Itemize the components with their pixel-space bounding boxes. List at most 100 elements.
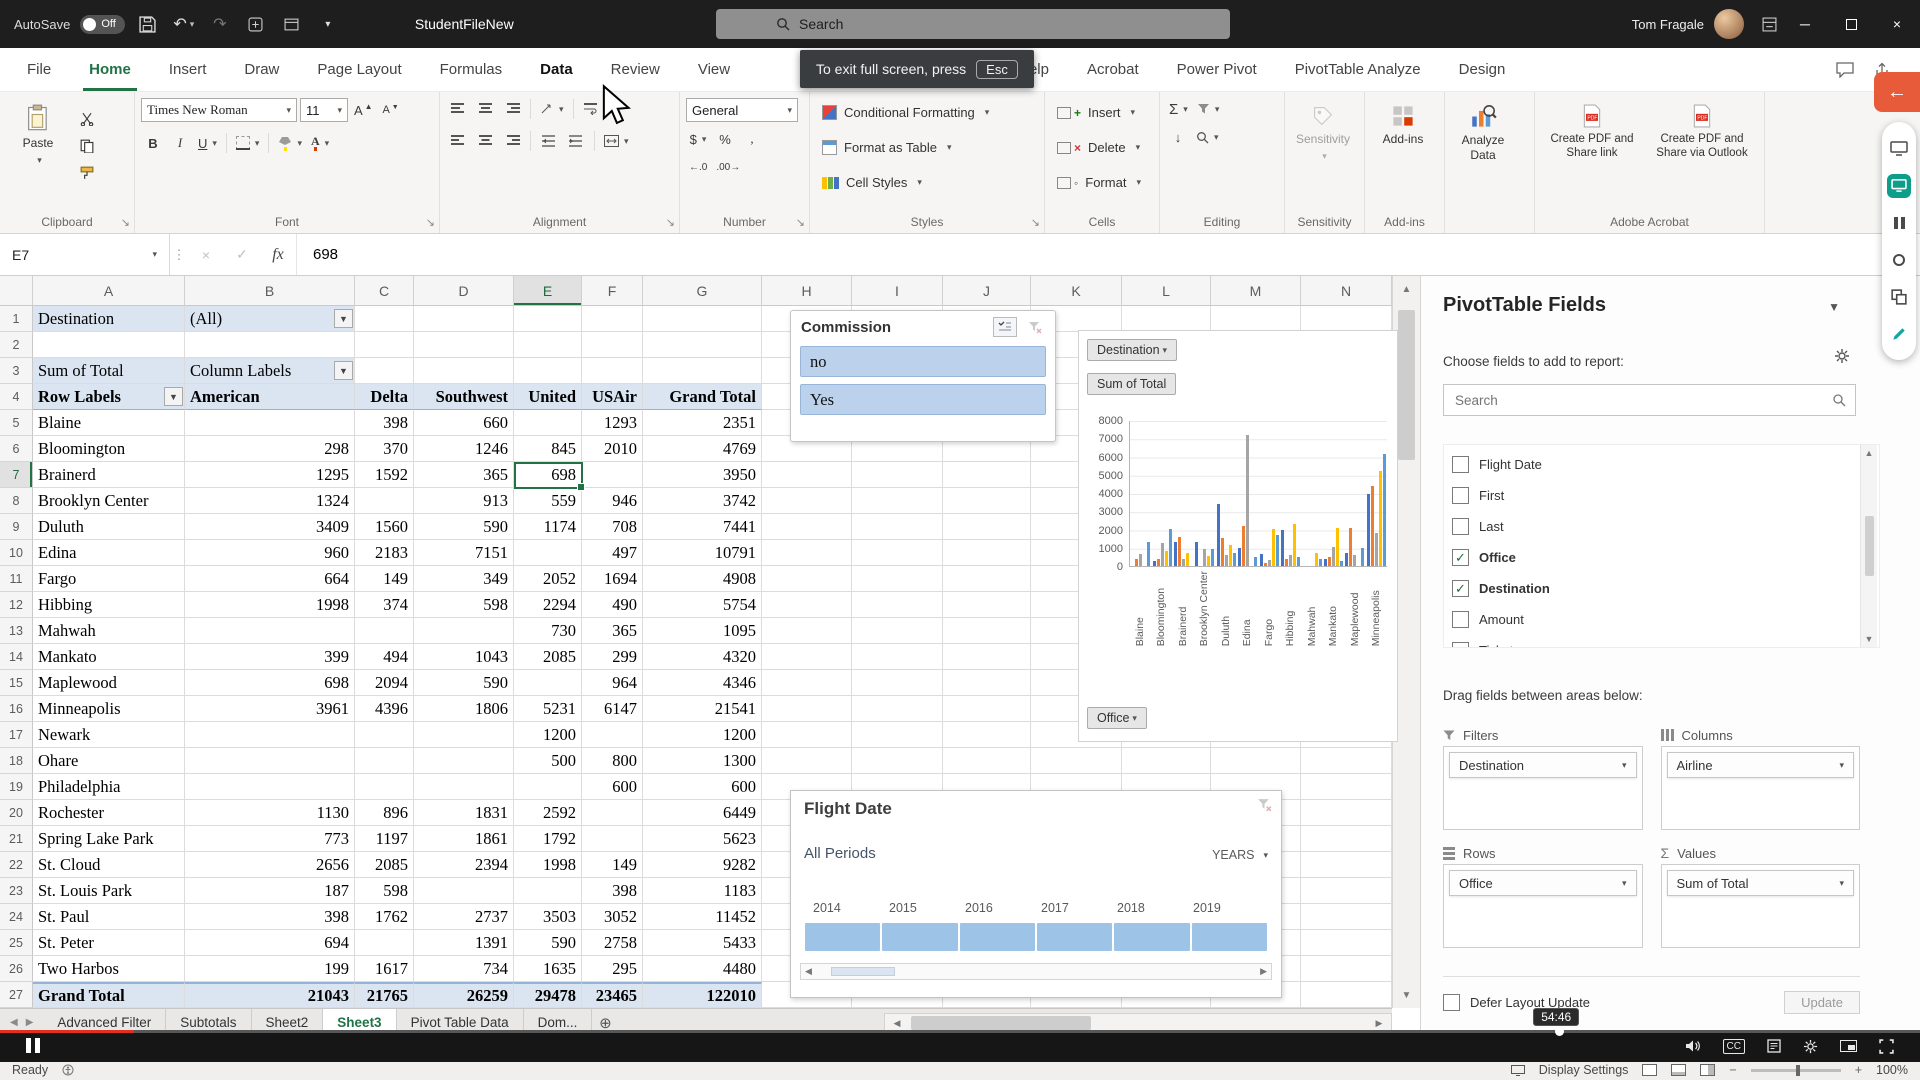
cell-G7[interactable]: 3950: [643, 462, 762, 488]
cell-D4[interactable]: Southwest: [414, 384, 514, 410]
cell-D6[interactable]: 1246: [414, 436, 514, 462]
cell-I12[interactable]: [852, 592, 943, 618]
cell-C4[interactable]: Delta: [355, 384, 414, 410]
search-box[interactable]: Search: [716, 9, 1230, 39]
cell-B15[interactable]: 698: [185, 670, 355, 696]
cell-B21[interactable]: 773: [185, 826, 355, 852]
cell-C1[interactable]: [355, 306, 414, 332]
cell-C20[interactable]: 896: [355, 800, 414, 826]
cell-styles-button[interactable]: Cell Styles ▾: [816, 168, 1038, 197]
fill-color-icon[interactable]: ▾: [275, 132, 305, 154]
cell-F22[interactable]: 149: [582, 852, 643, 878]
ribbon-tab-draw[interactable]: Draw: [225, 48, 298, 91]
cell-I18[interactable]: [852, 748, 943, 774]
multiselect-icon[interactable]: [993, 317, 1017, 337]
cell-C18[interactable]: [355, 748, 414, 774]
row-header-27[interactable]: 27: [0, 982, 33, 1008]
orientation-icon[interactable]: ▾: [537, 98, 567, 120]
zoom-in-icon[interactable]: +: [1855, 1063, 1862, 1077]
avatar[interactable]: [1714, 9, 1744, 39]
chart-value-field-button[interactable]: Sum of Total: [1087, 373, 1177, 395]
video-progress-track[interactable]: 54:46: [0, 1008, 1920, 1036]
cell-D22[interactable]: 2394: [414, 852, 514, 878]
cell-E27[interactable]: 29478: [514, 982, 582, 1008]
cell-C3[interactable]: [355, 358, 414, 384]
display-settings-label[interactable]: Display Settings: [1539, 1063, 1629, 1077]
ribbon-tab-file[interactable]: File: [8, 48, 70, 91]
cell-D19[interactable]: [414, 774, 514, 800]
cell-N19[interactable]: [1301, 774, 1392, 800]
cell-F23[interactable]: 398: [582, 878, 643, 904]
cancel-icon[interactable]: ×: [188, 234, 224, 275]
cell-N23[interactable]: [1301, 878, 1392, 904]
cell-G13[interactable]: 1095: [643, 618, 762, 644]
cell-N20[interactable]: [1301, 800, 1392, 826]
cell-G22[interactable]: 9282: [643, 852, 762, 878]
clipboard-dialog-launcher[interactable]: ↘: [121, 216, 130, 229]
cell-I15[interactable]: [852, 670, 943, 696]
field-checkbox[interactable]: [1452, 611, 1469, 628]
row-header-23[interactable]: 23: [0, 878, 33, 904]
cell-B13[interactable]: [185, 618, 355, 644]
row-header-7[interactable]: 7: [0, 462, 33, 488]
cell-J13[interactable]: [943, 618, 1031, 644]
cell-F14[interactable]: 299: [582, 644, 643, 670]
row-header-20[interactable]: 20: [0, 800, 33, 826]
defer-layout-checkbox[interactable]: [1443, 994, 1460, 1011]
cell-B7[interactable]: 1295: [185, 462, 355, 488]
update-button[interactable]: Update: [1784, 991, 1860, 1014]
row-header-2[interactable]: 2: [0, 332, 33, 358]
cell-H8[interactable]: [762, 488, 852, 514]
cell-H9[interactable]: [762, 514, 852, 540]
column-header-A[interactable]: A: [33, 276, 185, 306]
cell-F24[interactable]: 3052: [582, 904, 643, 930]
cell-C15[interactable]: 2094: [355, 670, 414, 696]
create-pdf-share-button[interactable]: PDF Create PDF and Share link: [1541, 98, 1643, 209]
cell-F13[interactable]: 365: [582, 618, 643, 644]
cell-H17[interactable]: [762, 722, 852, 748]
row-header-3[interactable]: 3: [0, 358, 33, 384]
column-header-C[interactable]: C: [355, 276, 414, 306]
cell-A6[interactable]: Bloomington: [33, 436, 185, 462]
cell-N25[interactable]: [1301, 930, 1392, 956]
field-row-destination[interactable]: ✓ Destination: [1452, 573, 1855, 604]
timeline-segment-2016[interactable]: [959, 923, 1035, 951]
cell-E9[interactable]: 1174: [514, 514, 582, 540]
accessibility-icon[interactable]: [62, 1064, 74, 1076]
cell-G15[interactable]: 4346: [643, 670, 762, 696]
cell-N27[interactable]: [1301, 982, 1392, 1008]
area-item-airline[interactable]: Airline ▾: [1666, 752, 1854, 778]
cell-A3[interactable]: Sum of Total: [33, 358, 185, 384]
cell-J18[interactable]: [943, 748, 1031, 774]
cell-B18[interactable]: [185, 748, 355, 774]
cell-E7[interactable]: 698: [514, 462, 582, 488]
column-header-F[interactable]: F: [582, 276, 643, 306]
column-header-G[interactable]: G: [643, 276, 762, 306]
cell-B24[interactable]: 398: [185, 904, 355, 930]
cell-H16[interactable]: [762, 696, 852, 722]
cell-J17[interactable]: [943, 722, 1031, 748]
cell-A8[interactable]: Brooklyn Center: [33, 488, 185, 514]
chart-destination-field-button[interactable]: Destination ▾: [1087, 339, 1178, 361]
touch-mode-icon[interactable]: [243, 11, 269, 37]
cell-F25[interactable]: 2758: [582, 930, 643, 956]
cell-D15[interactable]: 590: [414, 670, 514, 696]
cell-F5[interactable]: 1293: [582, 410, 643, 436]
cell-E13[interactable]: 730: [514, 618, 582, 644]
column-header-D[interactable]: D: [414, 276, 514, 306]
cell-I14[interactable]: [852, 644, 943, 670]
cell-N26[interactable]: [1301, 956, 1392, 982]
cell-D23[interactable]: [414, 878, 514, 904]
video-scrubber[interactable]: [1555, 1027, 1565, 1036]
cell-C14[interactable]: 494: [355, 644, 414, 670]
cell-C11[interactable]: 149: [355, 566, 414, 592]
paste-button[interactable]: Paste ▾: [6, 98, 70, 209]
cell-F17[interactable]: [582, 722, 643, 748]
cell-A15[interactable]: Maplewood: [33, 670, 185, 696]
select-all-corner[interactable]: [0, 276, 33, 306]
field-checkbox[interactable]: ✓: [1452, 580, 1469, 597]
sheet-nav-right-icon[interactable]: ▶: [26, 1017, 34, 1028]
scroll-up-icon[interactable]: ▲: [1393, 276, 1420, 302]
font-color-icon[interactable]: A ▾: [308, 132, 332, 154]
cell-E21[interactable]: 1792: [514, 826, 582, 852]
